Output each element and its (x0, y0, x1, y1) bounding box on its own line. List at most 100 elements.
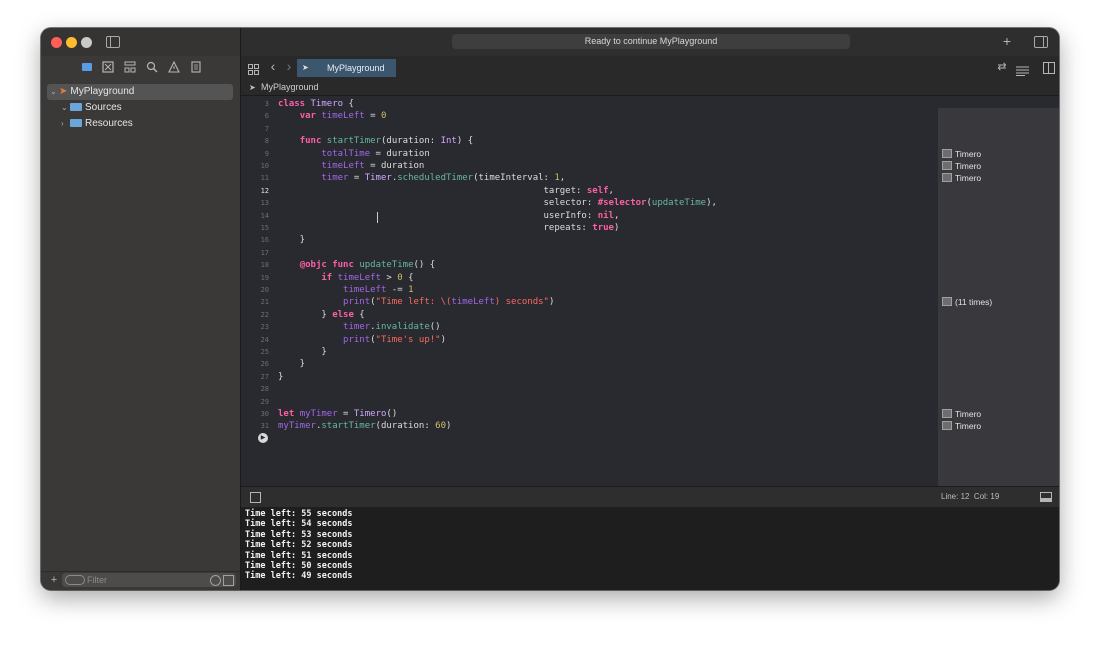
code-text: myTimer.startTimer(duration: 60) (278, 421, 452, 432)
code-line[interactable]: 8 func startTimer(duration: Int) { (241, 135, 938, 147)
code-line[interactable]: 26 } (241, 358, 938, 370)
code-line[interactable]: 6 var timeLeft = 0 (241, 110, 938, 122)
add-library-icon[interactable]: + (1001, 34, 1013, 48)
code-line[interactable]: 13 selector: #selector(updateTime), (241, 197, 938, 209)
code-line[interactable]: 23 timer.invalidate() (241, 321, 938, 333)
line-number: 18 (260, 261, 269, 270)
chevron-down-icon[interactable]: ⌄ (61, 100, 70, 116)
recent-files-icon[interactable] (210, 575, 221, 586)
code-line[interactable]: 11 timer = Timer.scheduledTimer(timeInte… (241, 172, 938, 184)
code-line[interactable]: 10 timeLeft = duration (241, 160, 938, 172)
jump-bar-file[interactable]: MyPlayground (261, 80, 319, 95)
tree-item-resources[interactable]: › Resources (61, 116, 133, 132)
code-review-icon[interactable]: ⇄ (996, 61, 1008, 73)
code-text: class Timero { (278, 99, 354, 109)
chevron-right-icon[interactable]: › (61, 116, 70, 132)
tree-item-myplayground[interactable]: ⌄ ➤ MyPlayground (50, 84, 134, 100)
code-text: var timeLeft = 0 (299, 111, 387, 122)
run-playground-icon[interactable]: ▶ (258, 433, 268, 443)
code-line[interactable]: 20 timeLeft -= 1 (241, 284, 938, 296)
quick-look-icon[interactable] (942, 409, 952, 418)
code-line[interactable]: 16 } (241, 234, 938, 246)
filter-field[interactable]: Filter (62, 573, 236, 587)
jump-bar[interactable]: ➤ MyPlayground (241, 80, 1059, 96)
close-window-button[interactable] (51, 37, 62, 48)
line-number: 24 (260, 335, 269, 344)
tree-item-sources[interactable]: ⌄ Sources (61, 100, 122, 116)
hide-debug-area-icon[interactable] (250, 492, 261, 503)
code-line[interactable]: 21 print("Time left: \(timeLeft) seconds… (241, 296, 938, 308)
code-line[interactable]: 9 totalTime = duration (241, 148, 938, 160)
add-icon[interactable]: + (49, 574, 59, 586)
code-line[interactable]: 29 (241, 396, 938, 408)
code-text: totalTime = duration (321, 148, 430, 159)
code-line[interactable]: 30 let myTimer = Timero() (241, 408, 938, 420)
console-toggle-icon[interactable] (1040, 492, 1052, 502)
tree-item-label: Resources (85, 118, 133, 129)
code-line[interactable]: 3 class Timero { (241, 98, 938, 110)
filter-options-icon[interactable] (65, 575, 85, 585)
related-items-icon[interactable] (248, 62, 259, 80)
code-line[interactable]: 12 target: self, (241, 185, 938, 197)
tab-label: MyPlayground (327, 63, 385, 73)
project-navigator-icon[interactable] (81, 61, 93, 73)
code-line[interactable]: 24 print("Time's up!") (241, 334, 938, 346)
activity-viewer: Ready to continue MyPlayground (452, 34, 850, 49)
quick-look-icon[interactable] (942, 173, 952, 183)
line-number: 15 (260, 224, 269, 232)
code-text: if timeLeft > 0 { (321, 272, 414, 283)
result-label: Timero (955, 421, 982, 432)
code-line[interactable]: 22 } else { (241, 309, 938, 321)
results-sidebar-top (938, 96, 1059, 108)
quick-look-icon[interactable] (942, 161, 952, 170)
code-line[interactable]: 27} (241, 371, 938, 383)
quick-look-icon[interactable] (942, 421, 952, 431)
line-number: 20 (260, 286, 269, 294)
chevron-down-icon[interactable]: ⌄ (50, 84, 59, 100)
find-navigator-icon[interactable] (146, 61, 158, 73)
code-line[interactable]: 25 } (241, 346, 938, 358)
editor-options-icon[interactable] (1016, 63, 1029, 81)
line-number: 28 (260, 385, 269, 394)
result-item[interactable]: Timero (942, 148, 981, 160)
sidebar-toggle-icon[interactable] (106, 36, 120, 48)
code-line[interactable]: 15 repeats: true) (241, 222, 938, 234)
result-item[interactable]: Timero (942, 172, 981, 184)
line-number: 3 (264, 100, 269, 108)
code-line[interactable]: 14 userInfo: nil, (241, 210, 938, 222)
toolbar: Ready to continue MyPlayground + (241, 28, 1059, 56)
code-line[interactable]: 7 (241, 123, 938, 135)
line-number: 6 (264, 112, 269, 121)
zoom-window-button[interactable] (81, 37, 92, 48)
code-line[interactable]: 17 (241, 247, 938, 259)
quick-look-icon[interactable] (942, 148, 952, 158)
forward-icon[interactable]: › (284, 59, 294, 73)
tab-myplayground[interactable]: ➤ MyPlayground (297, 59, 396, 77)
swift-file-icon: ➤ (249, 83, 256, 92)
code-line[interactable]: 31 myTimer.startTimer(duration: 60) (241, 420, 938, 432)
code-text: print("Time's up!") (343, 334, 446, 345)
issue-navigator-icon[interactable] (168, 60, 180, 73)
code-line[interactable]: 18 @objc func updateTime() { (241, 259, 938, 271)
code-text: timeLeft -= 1 (343, 285, 414, 295)
console-output[interactable] (241, 507, 1059, 590)
result-item[interactable]: Timero (942, 408, 981, 420)
report-navigator-icon[interactable] (190, 61, 202, 73)
code-line[interactable]: 28 (241, 383, 938, 395)
result-item[interactable]: Timero (942, 420, 981, 432)
quick-look-icon[interactable] (942, 297, 952, 307)
line-number: 25 (260, 348, 269, 356)
result-item[interactable]: (11 times) (942, 296, 992, 308)
symbol-navigator-icon[interactable] (124, 61, 136, 73)
split-editor-icon[interactable] (1043, 62, 1055, 74)
tree-item-label: MyPlayground (70, 86, 135, 97)
scm-filter-icon[interactable] (223, 575, 234, 586)
result-item[interactable]: Timero (942, 160, 981, 172)
minimize-window-button[interactable] (66, 37, 77, 48)
code-text: } (278, 347, 327, 357)
back-icon[interactable]: ‹ (268, 59, 278, 73)
code-line[interactable]: 19 if timeLeft > 0 { (241, 272, 938, 284)
inspector-toggle-icon[interactable] (1034, 36, 1048, 48)
editor-area: Ready to continue MyPlayground + ‹ › ➤ M… (241, 28, 1059, 590)
source-control-navigator-icon[interactable] (102, 61, 114, 73)
